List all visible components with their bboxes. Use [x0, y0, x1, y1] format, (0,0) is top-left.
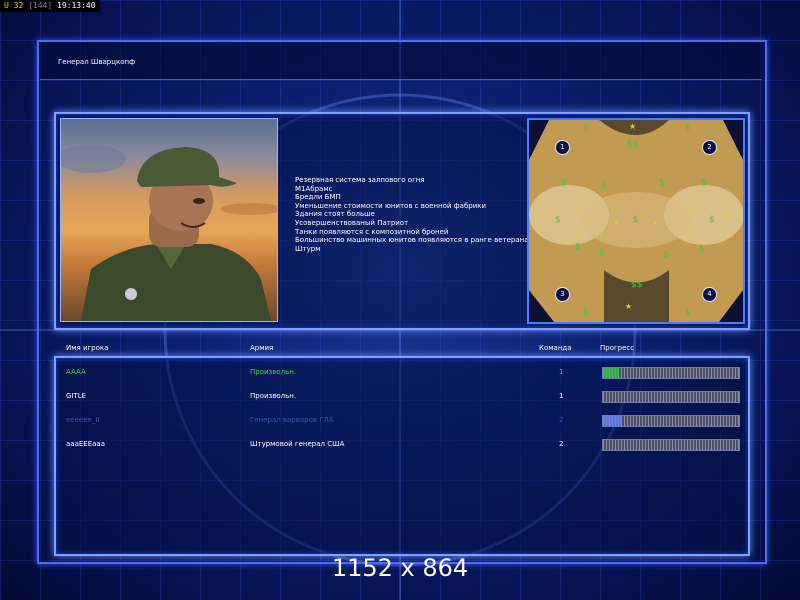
- supply-dollar-icon: $: [575, 242, 581, 252]
- player-team[interactable]: 2: [559, 440, 563, 448]
- supply-dollar-icon: $: [709, 215, 715, 225]
- page-title: Генерал Шварцкопф: [58, 58, 136, 66]
- supply-dollar-icon: $: [699, 244, 705, 254]
- player-name: aaaEEEaaa: [66, 440, 106, 448]
- oil-derrick-star-icon: ★: [629, 122, 637, 131]
- player-name: AAAA: [66, 368, 86, 376]
- oil-derrick-star-icon: ★: [689, 204, 697, 213]
- oil-derrick-star-icon: ★: [613, 218, 621, 227]
- feature-item: Уменьшение стоимости юнитов с военной фа…: [295, 201, 487, 210]
- supply-dollar-icon: $: [633, 215, 639, 225]
- feature-item: Большинство машинных юнитов появляются в…: [295, 236, 529, 245]
- supply-dollar-icon: $: [601, 182, 607, 192]
- player-army[interactable]: Генерал варваров ГЛА: [250, 416, 334, 424]
- supply-dollar-icon: $: [659, 178, 665, 188]
- oil-derrick-star-icon: ★: [689, 230, 697, 239]
- player-progress-bar: [602, 391, 740, 403]
- player-progress-bar: [602, 439, 740, 451]
- start-position-marker[interactable]: 1: [555, 140, 570, 155]
- map-preview[interactable]: 1 2 3 4 $ $ $$ $ $ $ $ $ $ $ $ $ $ $ $$ …: [527, 118, 745, 324]
- progress-fill: [603, 368, 619, 378]
- start-position-marker[interactable]: 4: [702, 287, 717, 302]
- supply-dollar-icon: $: [701, 178, 707, 188]
- player-name: GITLE: [66, 392, 87, 400]
- general-portrait-image: [61, 145, 277, 321]
- general-portrait: [60, 118, 278, 322]
- unit-counter: U 32: [4, 1, 24, 10]
- column-header-progress: Прогресс: [600, 344, 635, 352]
- supply-dollar-icon: $$: [631, 280, 643, 290]
- player-team[interactable]: 1: [559, 392, 563, 400]
- clock: 19:13:40: [57, 1, 96, 10]
- player-progress-bar: [602, 367, 740, 379]
- oil-derrick-star-icon: ★: [573, 230, 581, 239]
- supply-dollar-icon: $: [561, 178, 567, 188]
- oil-derrick-star-icon: ★: [625, 302, 633, 311]
- resolution-label: 1152 x 864: [331, 554, 469, 582]
- oil-derrick-star-icon: ★: [573, 204, 581, 213]
- player-army[interactable]: Штурмовой генерал США: [250, 440, 344, 448]
- supply-dollar-icon: $: [685, 308, 691, 318]
- oil-derrick-star-icon: ★: [651, 218, 659, 227]
- feature-item: Резервная система залпового огня: [295, 176, 425, 184]
- general-features-list: Резервная система залпового огня М1Абрам…: [295, 176, 529, 253]
- supply-dollar-icon: $$: [627, 140, 639, 150]
- player-team[interactable]: 1: [559, 368, 563, 376]
- supply-dollar-icon: $: [663, 250, 669, 260]
- oil-derrick-star-icon: ★: [723, 212, 731, 221]
- progress-fill: [603, 416, 622, 426]
- column-header-army: Армия: [250, 344, 274, 352]
- player-name: eeeeee_II: [66, 416, 100, 424]
- status-bar: U 32 [144] 19:13:40: [0, 0, 100, 12]
- feature-item: Штурм: [295, 244, 321, 253]
- player-progress-bar: [602, 415, 740, 427]
- supply-dollar-icon: $: [685, 123, 691, 133]
- column-header-player-name: Имя игрока: [66, 344, 109, 352]
- supply-dollar-icon: $: [583, 308, 589, 318]
- supply-dollar-icon: $: [599, 248, 605, 258]
- start-position-marker[interactable]: 3: [555, 287, 570, 302]
- column-header-team: Команда: [539, 344, 572, 352]
- player-army[interactable]: Произвольн.: [250, 368, 296, 376]
- feature-item: М1Абрамс: [295, 184, 333, 193]
- title-bar: [40, 43, 762, 80]
- players-table-panel: [54, 356, 750, 556]
- player-team[interactable]: 2: [559, 416, 563, 424]
- unit-max: [144]: [28, 1, 53, 10]
- supply-dollar-icon: $: [555, 215, 561, 225]
- feature-item: Бредли БМП: [295, 193, 341, 202]
- start-position-marker[interactable]: 2: [702, 140, 717, 155]
- feature-item: Танки появляются с композитной броней: [295, 227, 449, 236]
- player-army[interactable]: Произвольн.: [250, 392, 296, 400]
- oil-derrick-star-icon: ★: [539, 212, 547, 221]
- feature-item: Усовершенствованый Патриот: [295, 218, 409, 227]
- supply-dollar-icon: $: [583, 123, 589, 133]
- feature-item: Здания стоят больше: [295, 210, 375, 219]
